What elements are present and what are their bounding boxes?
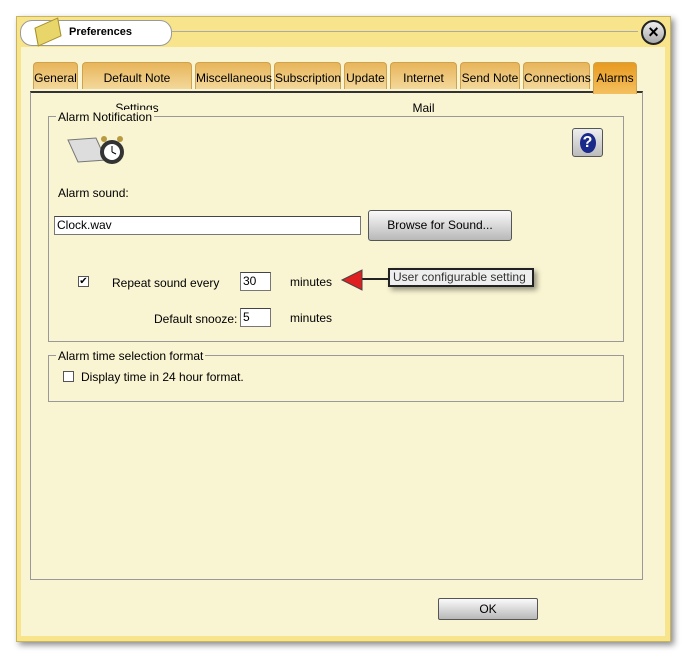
callout-label: User configurable setting: [388, 268, 534, 287]
browse-for-sound-button[interactable]: Browse for Sound...: [368, 210, 512, 241]
tab-send-note[interactable]: Send Note: [460, 62, 520, 89]
24-hour-format-checkbox[interactable]: [63, 371, 74, 382]
alarm-notification-legend: Alarm Notification: [56, 110, 155, 124]
alarm-sound-label: Alarm sound:: [58, 186, 129, 200]
24-hour-format-label: Display time in 24 hour format.: [81, 370, 244, 384]
default-snooze-input[interactable]: 5: [240, 308, 271, 327]
repeat-unit-label: minutes: [290, 275, 333, 289]
tab-alarms[interactable]: Alarms: [593, 62, 637, 94]
tab-general[interactable]: General: [33, 62, 78, 89]
repeat-sound-checkbox[interactable]: ✔: [78, 276, 89, 287]
default-snooze-label: Default snooze:: [154, 312, 238, 326]
tab-default-note-settings[interactable]: Default Note Settings: [82, 62, 192, 115]
tab-update[interactable]: Update: [344, 62, 387, 89]
help-button[interactable]: ?: [572, 128, 603, 157]
close-icon[interactable]: ×: [641, 20, 666, 45]
tab-miscellaneous[interactable]: Miscellaneous: [195, 62, 272, 89]
repeat-sound-label: Repeat sound every: [112, 276, 220, 290]
callout-arrow-icon: [340, 268, 390, 292]
alarm-sound-input[interactable]: Clock.wav: [54, 216, 361, 235]
repeat-interval-input[interactable]: 30: [240, 272, 271, 291]
alarm-clock-icon: [66, 132, 126, 168]
help-icon: ?: [579, 133, 596, 153]
snooze-unit-label: minutes: [290, 311, 333, 325]
window-title: Preferences: [69, 26, 132, 38]
tab-internet-mail[interactable]: Internet Mail: [390, 62, 457, 115]
tab-subscription[interactable]: Subscription: [274, 62, 341, 89]
ok-button[interactable]: OK: [438, 598, 538, 620]
title-divider: [172, 31, 638, 32]
time-format-legend: Alarm time selection format: [56, 349, 206, 363]
tab-connections[interactable]: Connections: [523, 62, 591, 89]
